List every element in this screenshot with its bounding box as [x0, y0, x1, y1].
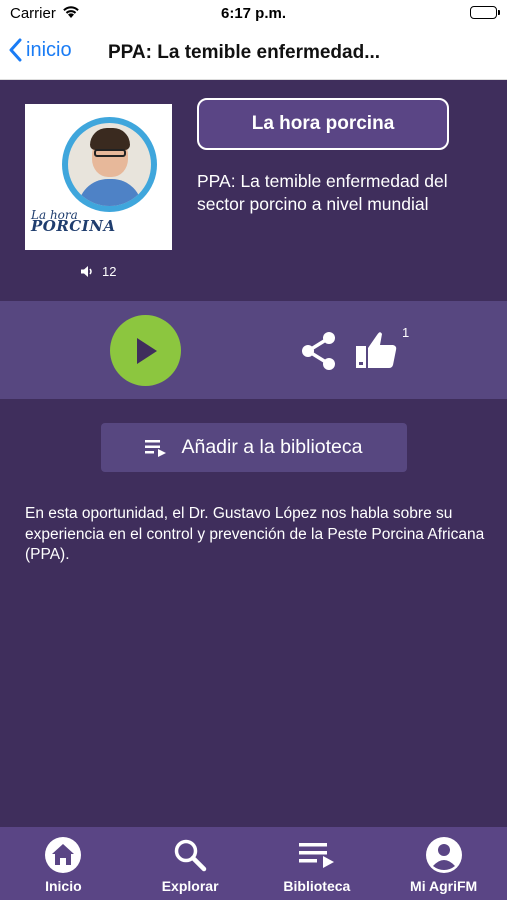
tab-mi-agrifm-label: Mi AgriFM — [410, 878, 478, 894]
tab-bar: Inicio Explorar Biblioteca Mi AgriFM — [0, 827, 507, 900]
episode-cover-image: La hora PORCINA — [25, 104, 172, 250]
play-button[interactable] — [110, 315, 181, 386]
add-to-library-button[interactable]: Añadir a la biblioteca — [101, 423, 407, 472]
library-icon — [298, 843, 334, 868]
search-icon — [174, 839, 207, 872]
navigation-bar: inicio PPA: La temible enfermedad... — [0, 28, 507, 80]
thumbs-up-icon — [356, 332, 397, 368]
episode-description: En esta oportunidad, el Dr. Gustavo Lópe… — [25, 505, 485, 563]
tab-inicio[interactable]: Inicio — [0, 827, 127, 900]
listen-count: 12 — [80, 264, 116, 279]
cover-logo: La hora PORCINA — [31, 208, 116, 235]
chevron-left-icon — [9, 38, 22, 62]
page-title: PPA: La temible enfermedad... — [108, 42, 381, 63]
account-icon — [425, 837, 462, 873]
like-count: 1 — [402, 325, 410, 340]
tab-biblioteca-label: Biblioteca — [283, 878, 351, 894]
like-button[interactable] — [353, 329, 399, 376]
playback-controls: 1 — [0, 301, 507, 399]
tab-mi-agrifm[interactable]: Mi AgriFM — [380, 827, 507, 900]
clock: 6:17 p.m. — [220, 5, 287, 22]
tab-explorar[interactable]: Explorar — [127, 827, 254, 900]
episode-title: PPA: La temible enfermedad del sector po… — [197, 171, 448, 214]
playlist-add-icon — [145, 439, 167, 457]
listen-count-value: 12 — [102, 264, 117, 279]
add-to-library-label: Añadir a la biblioteca — [181, 436, 363, 458]
episode-header: La hora PORCINA 12 La hora porcina PPA: … — [0, 80, 507, 301]
speaker-icon — [81, 266, 92, 277]
home-icon — [45, 837, 82, 873]
battery-icon — [470, 6, 500, 19]
tab-explorar-label: Explorar — [161, 878, 219, 894]
tab-biblioteca[interactable]: Biblioteca — [254, 827, 381, 900]
share-button[interactable] — [300, 331, 338, 376]
tab-inicio-label: Inicio — [45, 878, 82, 894]
back-button[interactable]: inicio — [8, 38, 72, 62]
program-button[interactable]: La hora porcina — [197, 98, 449, 150]
share-icon — [302, 332, 335, 370]
back-label: inicio — [26, 38, 72, 61]
episode-content: Añadir a la biblioteca En esta oportunid… — [0, 399, 507, 827]
status-bar: Carrier 6:17 p.m. — [0, 0, 507, 28]
play-icon — [136, 337, 157, 364]
